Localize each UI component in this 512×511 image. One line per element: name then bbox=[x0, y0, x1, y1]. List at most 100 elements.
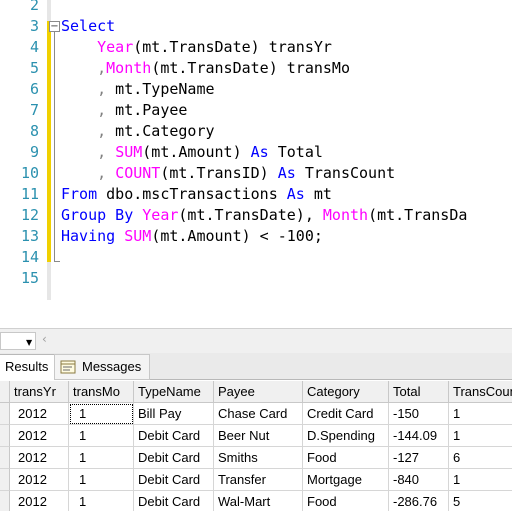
table-cell[interactable]: 2012 bbox=[10, 491, 69, 511]
code-line[interactable]: 3 Select bbox=[0, 16, 512, 37]
code-line[interactable]: 15 bbox=[0, 268, 512, 289]
table-cell[interactable]: -286.76 bbox=[389, 491, 449, 511]
line-number: 13 bbox=[20, 227, 39, 245]
table-cell[interactable]: 1 bbox=[449, 403, 512, 425]
line-number: 4 bbox=[29, 38, 39, 56]
code-line[interactable]: 12 Group By Year(mt.TransDate), Month(mt.… bbox=[0, 205, 512, 226]
table-cell[interactable]: Debit Card bbox=[134, 491, 214, 511]
table-cell[interactable]: Credit Card bbox=[303, 403, 389, 425]
code-text: Year(mt.TransDate) transYr bbox=[61, 37, 332, 58]
table-cell[interactable]: -127 bbox=[389, 447, 449, 469]
table-cell[interactable]: -840 bbox=[389, 469, 449, 491]
table-cell[interactable]: 2012 bbox=[10, 425, 69, 447]
table-cell[interactable]: 1 bbox=[69, 425, 134, 447]
table-row[interactable]: 2012 1 Debit Card Beer Nut D.Spending -144.09… bbox=[0, 425, 512, 447]
sql-token: , bbox=[97, 80, 107, 98]
line-number: 8 bbox=[29, 122, 39, 140]
table-cell[interactable]: 5 bbox=[449, 491, 512, 511]
code-line[interactable]: 2 bbox=[0, 0, 512, 16]
line-number: 12 bbox=[20, 206, 39, 224]
column-header[interactable]: transMo bbox=[69, 381, 134, 403]
table-cell[interactable]: 2012 bbox=[10, 469, 69, 491]
chevron-left-icon[interactable]: ‹ bbox=[42, 332, 47, 346]
line-number: 6 bbox=[29, 80, 39, 98]
table-cell[interactable]: 1 bbox=[449, 425, 512, 447]
zoom-combo[interactable]: ▼ bbox=[0, 332, 36, 350]
code-line[interactable]: 11 From dbo.mscTransactions As mt bbox=[0, 184, 512, 205]
select-all-corner[interactable] bbox=[0, 381, 10, 403]
code-line[interactable]: 7 , mt.Payee bbox=[0, 100, 512, 121]
table-cell[interactable]: 1 bbox=[449, 469, 512, 491]
table-row[interactable]: 2012 1 Debit Card Wal-Mart Food -286.76 5 bbox=[0, 491, 512, 511]
code-line[interactable]: 14 bbox=[0, 247, 512, 268]
code-line[interactable]: 10 , COUNT(mt.TransID) As TransCount bbox=[0, 163, 512, 184]
code-text: , COUNT(mt.TransID) As TransCount bbox=[61, 163, 395, 184]
line-number: 15 bbox=[20, 269, 39, 287]
table-cell[interactable]: 1 bbox=[69, 469, 134, 491]
table-cell[interactable]: 1 bbox=[69, 403, 134, 425]
table-row[interactable]: 2012 1 Debit Card Smiths Food -127 6 bbox=[0, 447, 512, 469]
sql-function: SUM bbox=[124, 227, 152, 245]
table-cell[interactable]: Mortgage bbox=[303, 469, 389, 491]
table-cell[interactable]: 1 bbox=[69, 491, 134, 511]
sql-token: , bbox=[97, 59, 107, 77]
sql-token: mt.TypeName bbox=[106, 80, 215, 98]
column-header[interactable]: Payee bbox=[214, 381, 303, 403]
code-line[interactable]: 6 , mt.TypeName bbox=[0, 79, 512, 100]
table-cell[interactable]: Debit Card bbox=[134, 425, 214, 447]
tab-results[interactable]: Results bbox=[0, 354, 57, 380]
column-header[interactable]: transYr bbox=[10, 381, 69, 403]
table-row[interactable]: 2012 1 Debit Card Transfer Mortgage -840 1 bbox=[0, 469, 512, 491]
code-line[interactable]: 8 , mt.Category bbox=[0, 121, 512, 142]
chevron-down-icon[interactable]: ▼ bbox=[26, 338, 32, 347]
code-text: , mt.TypeName bbox=[61, 79, 215, 100]
table-cell[interactable]: Transfer bbox=[214, 469, 303, 491]
code-line[interactable]: 13 Having SUM(mt.Amount) < -100; bbox=[0, 226, 512, 247]
table-cell[interactable]: 2012 bbox=[10, 447, 69, 469]
sql-keyword: Select bbox=[61, 17, 116, 35]
row-header[interactable] bbox=[0, 447, 10, 469]
row-header[interactable] bbox=[0, 469, 10, 491]
sql-function: SUM bbox=[115, 143, 143, 161]
table-cell[interactable]: Food bbox=[303, 447, 389, 469]
table-cell[interactable]: 6 bbox=[449, 447, 512, 469]
tab-messages[interactable]: Messages bbox=[54, 354, 150, 380]
line-number: 10 bbox=[20, 164, 39, 182]
sql-token: , bbox=[97, 101, 107, 119]
code-line[interactable]: 9 , SUM(mt.Amount) As Total bbox=[0, 142, 512, 163]
table-cell[interactable]: 2012 bbox=[10, 403, 69, 425]
column-header[interactable]: Category bbox=[303, 381, 389, 403]
sql-editor[interactable]: − 2 3 Select 4 Year(mt.TransDate) transYr 5 … bbox=[0, 0, 512, 300]
column-header[interactable]: TransCount bbox=[449, 381, 512, 403]
table-cell[interactable]: Beer Nut bbox=[214, 425, 303, 447]
column-header[interactable]: Total bbox=[389, 381, 449, 403]
table-cell[interactable]: Smiths bbox=[214, 447, 303, 469]
table-cell[interactable]: Food bbox=[303, 491, 389, 511]
sql-keyword: As bbox=[286, 185, 305, 203]
table-cell[interactable]: Debit Card bbox=[134, 469, 214, 491]
row-header[interactable] bbox=[0, 425, 10, 447]
table-cell[interactable]: Wal-Mart bbox=[214, 491, 303, 511]
table-cell[interactable]: Debit Card bbox=[134, 447, 214, 469]
table-cell[interactable]: Bill Pay bbox=[134, 403, 214, 425]
results-grid[interactable]: transYr transMo TypeName Payee Category Total… bbox=[0, 381, 512, 511]
column-header[interactable]: TypeName bbox=[134, 381, 214, 403]
line-number: 3 bbox=[29, 17, 39, 35]
code-text: From dbo.mscTransactions As mt bbox=[61, 184, 332, 205]
code-line[interactable]: 5 ,Month(mt.TransDate) transMo bbox=[0, 58, 512, 79]
row-header[interactable] bbox=[0, 403, 10, 425]
table-cell[interactable]: -144.09 bbox=[389, 425, 449, 447]
table-cell[interactable]: -150 bbox=[389, 403, 449, 425]
row-header[interactable] bbox=[0, 491, 10, 511]
table-cell[interactable]: Chase Card bbox=[214, 403, 303, 425]
sql-token: mt.Payee bbox=[106, 101, 188, 119]
sql-token: (mt.TransDa bbox=[368, 206, 468, 224]
table-cell[interactable]: 1 bbox=[69, 447, 134, 469]
table-cell[interactable]: D.Spending bbox=[303, 425, 389, 447]
line-number: 11 bbox=[20, 185, 39, 203]
table-row[interactable]: 2012 1 Bill Pay Chase Card Credit Card -150 1 bbox=[0, 403, 512, 425]
code-line[interactable]: 4 Year(mt.TransDate) transYr bbox=[0, 37, 512, 58]
